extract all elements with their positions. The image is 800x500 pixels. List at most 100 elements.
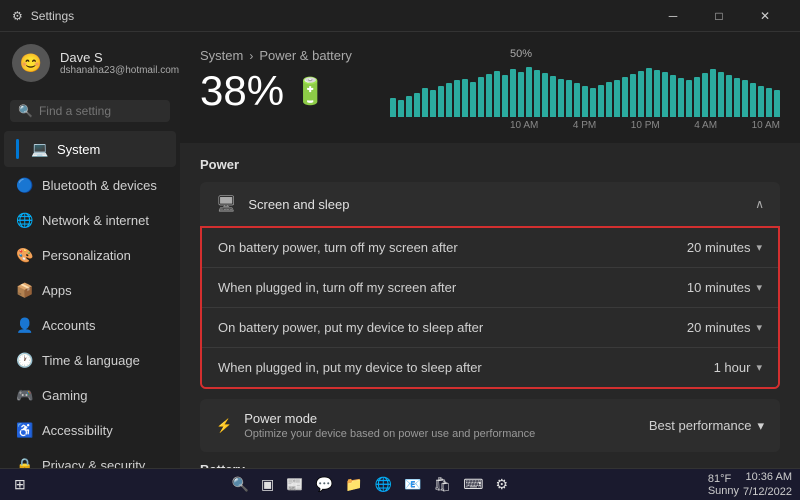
chart-bar	[614, 80, 620, 118]
maximize-button[interactable]: □	[696, 0, 742, 32]
store-icon[interactable]: 🛍	[429, 474, 455, 495]
power-mode-text: Power mode Optimize your device based on…	[244, 411, 535, 440]
chart-bar	[478, 77, 484, 117]
power-mode-value[interactable]: Best performance ▾	[649, 418, 764, 434]
chart-bar	[486, 74, 492, 117]
weather-condition: Sunny	[708, 485, 739, 497]
sidebar-item-label: Accessibility	[42, 423, 113, 438]
chart-bar	[582, 86, 588, 117]
chart-bar	[454, 80, 460, 117]
sidebar-item-system[interactable]: 💻 System	[4, 131, 176, 167]
network-icon: 🌐	[16, 212, 32, 229]
weather-widget: 81°F Sunny	[708, 473, 739, 497]
dropdown-arrow-2: ▾	[756, 281, 762, 294]
widgets-icon[interactable]: 📰	[282, 474, 307, 495]
chart-bar	[622, 77, 628, 117]
sidebar-item-network[interactable]: 🌐 Network & internet	[4, 204, 176, 237]
chart-time-labels: 10 AM 4 PM 10 PM 4 AM 10 AM	[510, 120, 780, 131]
power-section-title: Power	[200, 157, 780, 172]
content-area: System › Power & battery 38% 🔋 50% 10 AM…	[180, 32, 800, 468]
system-icon: 💻	[31, 141, 47, 158]
sidebar-item-label: Bluetooth & devices	[42, 178, 157, 193]
settings-taskbar-icon[interactable]: ⚙	[491, 474, 512, 495]
chart-bar	[422, 88, 428, 117]
sidebar-item-personalization[interactable]: 🎨 Personalization	[4, 239, 176, 272]
chart-bar	[406, 96, 412, 117]
chart-bar	[566, 80, 572, 117]
sidebar-item-accessibility[interactable]: ♿ Accessibility	[4, 414, 176, 447]
power-mode-dropdown-arrow: ▾	[757, 418, 764, 434]
sidebar-item-bluetooth[interactable]: 🔵 Bluetooth & devices	[4, 169, 176, 202]
edge-icon[interactable]: 🌐	[371, 474, 396, 495]
taskbar: ⊞ 🔍 ▣ 📰 💬 📁 🌐 📧 🛍 ⌨ ⚙ 81°F Sunny 10:36 A…	[0, 468, 800, 500]
sidebar-item-label: Network & internet	[42, 213, 149, 228]
mail-icon[interactable]: 📧	[400, 474, 425, 495]
terminal-icon[interactable]: ⌨	[459, 474, 487, 495]
time-label-1: 10 AM	[510, 120, 538, 131]
sidebar-item-privacy[interactable]: 🔒 Privacy & security	[4, 449, 176, 468]
search-taskbar-icon[interactable]: 🔍	[228, 474, 253, 495]
table-row: On battery power, turn off my screen aft…	[202, 228, 778, 267]
chart-bar	[558, 79, 564, 117]
chart-bar	[646, 68, 652, 117]
screen-sleep-rows: On battery power, turn off my screen aft…	[200, 226, 780, 389]
search-icon: 🔍	[18, 104, 33, 118]
sidebar-item-label: Privacy & security	[42, 458, 145, 468]
row-value-3[interactable]: 20 minutes ▾	[687, 320, 762, 335]
chart-bar	[414, 93, 420, 117]
user-info: Dave S dshanaha23@hotmail.com	[60, 50, 179, 76]
screen-sleep-header[interactable]: 🖥 Screen and sleep ∧	[200, 182, 780, 226]
chart-bar	[518, 72, 524, 117]
content-header: System › Power & battery 38% 🔋 50% 10 AM…	[180, 32, 800, 143]
bluetooth-icon: 🔵	[16, 177, 32, 194]
chart-bar	[542, 73, 548, 117]
dropdown-arrow-1: ▾	[756, 241, 762, 254]
user-email: dshanaha23@hotmail.com	[60, 65, 179, 76]
row-value-1[interactable]: 20 minutes ▾	[687, 240, 762, 255]
battery-icon: 🔋	[294, 76, 326, 107]
sidebar-item-label: Apps	[42, 283, 72, 298]
row-value-2[interactable]: 10 minutes ▾	[687, 280, 762, 295]
chat-icon[interactable]: 💬	[312, 474, 337, 495]
chart-bar	[750, 83, 756, 117]
accounts-icon: 👤	[16, 317, 32, 334]
row-label-4: When plugged in, put my device to sleep …	[218, 360, 482, 375]
breadcrumb: System › Power & battery	[200, 48, 352, 63]
sidebar: 😊 Dave S dshanaha23@hotmail.com 🔍 💻 Syst…	[0, 32, 180, 468]
apps-icon: 📦	[16, 282, 32, 299]
screen-sleep-label: Screen and sleep	[248, 197, 349, 212]
chart-bar	[758, 86, 764, 117]
minimize-button[interactable]: ─	[650, 0, 696, 32]
battery-section-title: Battery	[200, 462, 780, 468]
taskview-icon[interactable]: ▣	[257, 474, 278, 495]
user-profile[interactable]: 😊 Dave S dshanaha23@hotmail.com	[0, 32, 180, 94]
search-box[interactable]: 🔍	[10, 100, 170, 122]
chart-bar	[494, 71, 500, 117]
taskbar-right: 81°F Sunny 10:36 AM 7/12/2022	[708, 470, 792, 499]
explorer-icon[interactable]: 📁	[341, 474, 366, 495]
close-button[interactable]: ✕	[742, 0, 788, 32]
row-value-4[interactable]: 1 hour ▾	[714, 360, 762, 375]
sidebar-item-apps[interactable]: 📦 Apps	[4, 274, 176, 307]
search-input[interactable]	[39, 104, 162, 118]
weather-temp: 81°F	[708, 473, 739, 485]
sidebar-item-time[interactable]: 🕐 Time & language	[4, 344, 176, 377]
row-label-3: On battery power, put my device to sleep…	[218, 320, 483, 335]
chart-bar	[774, 90, 780, 117]
sidebar-item-label: Personalization	[42, 248, 131, 263]
power-mode-title: Power mode	[244, 411, 535, 426]
row-label-1: On battery power, turn off my screen aft…	[218, 240, 458, 255]
chart-bar	[446, 83, 452, 117]
chart-bar	[390, 98, 396, 117]
sidebar-item-accounts[interactable]: 👤 Accounts	[4, 309, 176, 342]
power-mode-icon: ⚡	[216, 418, 232, 434]
start-button[interactable]: ⊞	[8, 473, 32, 496]
sidebar-item-label: Time & language	[42, 353, 140, 368]
chart-bar	[590, 88, 596, 117]
power-mode-left: ⚡ Power mode Optimize your device based …	[216, 411, 535, 440]
chart-bar	[654, 70, 660, 117]
battery-display: 38% 🔋	[200, 67, 352, 115]
settings-icon: ⚙	[12, 9, 23, 23]
dropdown-arrow-3: ▾	[756, 321, 762, 334]
sidebar-item-gaming[interactable]: 🎮 Gaming	[4, 379, 176, 412]
